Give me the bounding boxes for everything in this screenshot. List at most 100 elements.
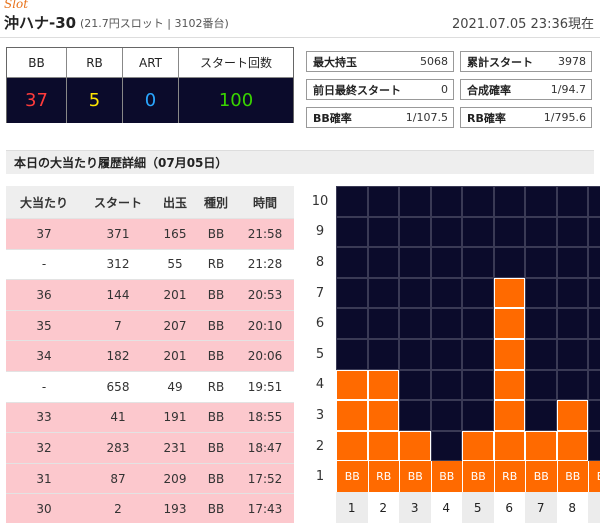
table-cell: 658 [106, 379, 130, 394]
y-axis-label: 10 [311, 193, 329, 209]
graph-cell [430, 308, 462, 339]
graph-cell [556, 308, 588, 339]
table-cell: 17:43 [247, 502, 283, 517]
history-table: 大当たり スタート 出玉 種別 時間 37 371 165 BB 21:58-312 55… [6, 186, 294, 523]
graph-cell [462, 247, 494, 278]
graph-cell [556, 400, 588, 431]
table-cell: BB [207, 440, 225, 455]
y-axis-label: 3 [315, 407, 325, 423]
graph-cell [556, 216, 588, 248]
graph-cell [367, 216, 399, 248]
graph-cell [556, 430, 588, 462]
y-axis-label: 5 [315, 346, 325, 362]
table-cell: 18:55 [247, 410, 283, 425]
graph-column-number: 2 [367, 492, 399, 523]
graph-column-number: 4 [430, 492, 462, 523]
table-cell: 21:28 [247, 257, 283, 272]
counter-header-bb: BB [7, 48, 67, 77]
graph-cell [336, 339, 368, 370]
graph-cell [367, 339, 399, 370]
stat-prev-day-start: 前日最終スタート 0 [306, 79, 454, 100]
graph-cell [493, 186, 525, 217]
counter-header-start: スタート回数 [199, 56, 272, 70]
graph-cell [588, 216, 600, 248]
graph-cell [525, 339, 557, 370]
graph-type-label: BB [588, 461, 600, 492]
graph-column-number: 8 [556, 492, 588, 523]
graph-cell [556, 369, 588, 401]
graph-cell [588, 400, 600, 431]
table-cell: 41 [110, 410, 126, 425]
graph-cell [430, 400, 462, 431]
counter-header-rb: RB [67, 48, 123, 77]
table-row: - 312 55 RB 21:28 [6, 249, 294, 281]
graph-cell [525, 186, 557, 217]
history-title-text: 本日の大当たり履歴詳細（07月05日） [14, 156, 228, 170]
y-axis-label: 9 [315, 224, 325, 240]
table-cell: 20:10 [247, 318, 283, 333]
table-cell: 31 [36, 471, 52, 486]
graph-cell [430, 277, 462, 309]
graph-cell [588, 339, 600, 370]
stat-value: 1/107.5 [405, 111, 448, 124]
stat-value: 0 [441, 83, 448, 96]
graph-cell [336, 430, 368, 462]
table-cell: 283 [106, 440, 130, 455]
stat-bb-rate: BB確率 1/107.5 [306, 107, 454, 128]
graph-cell [525, 216, 557, 248]
graph-cell [493, 339, 525, 370]
graph-cell [336, 277, 368, 309]
table-cell: 19:51 [247, 379, 283, 394]
graph-cell [462, 430, 494, 462]
datetime: 2021.07.05 23:36現在 [451, 17, 594, 32]
stat-max-balls: 最大持玉 5068 [306, 51, 454, 72]
table-cell: RB [207, 257, 225, 272]
stat-label: BB確率 [313, 111, 352, 125]
table-cell: 87 [110, 471, 126, 486]
graph-type-label: BB [525, 461, 557, 492]
counter-header-art: ART [123, 48, 179, 77]
graph-cell [367, 369, 399, 401]
y-axis-label: 1 [315, 469, 325, 485]
graph-cell [367, 430, 399, 462]
graph-type-label: BB [336, 461, 368, 492]
graph-cell [430, 430, 462, 462]
y-axis-label: 7 [315, 285, 325, 301]
stat-label: 合成確率 [467, 83, 511, 97]
stat-combined-rate: 合成確率 1/94.7 [460, 79, 592, 100]
graph-cell [525, 369, 557, 401]
graph-cell [367, 186, 399, 217]
graph-cell [556, 247, 588, 278]
table-cell: 18:47 [247, 440, 283, 455]
table-cell: BB [207, 349, 225, 364]
graph-cell [588, 430, 600, 462]
table-cell: 36 [36, 287, 52, 302]
table-cell: 55 [167, 257, 183, 272]
table-row: 31 87 209 BB 17:52 [6, 463, 294, 495]
graph-cell [525, 430, 557, 462]
graph-cell [556, 186, 588, 217]
stat-value: 1/795.6 [543, 111, 586, 124]
graph-cell [399, 277, 431, 309]
table-cell: 34 [36, 349, 52, 364]
counter-value-row: 37 5 0 100 [7, 78, 293, 123]
table-cell: 7 [114, 318, 122, 333]
graph-column-number: 6 [493, 492, 525, 523]
counter-panel: BB RB ART スタート回数 37 5 0 100 [6, 47, 294, 123]
graph-cell [336, 247, 368, 278]
table-cell: 193 [163, 502, 187, 517]
table-cell: 49 [167, 379, 183, 394]
table-cell: 201 [163, 287, 187, 302]
graph-type-label: RB [367, 461, 399, 492]
graph-type-label: BB [430, 461, 462, 492]
graph-cell [399, 308, 431, 339]
graph-cell [430, 216, 462, 248]
y-axis-label: 4 [315, 377, 325, 393]
table-cell: 191 [163, 410, 187, 425]
counter-value-start: 100 [218, 90, 254, 111]
graph-cell [588, 186, 600, 217]
graph-cell [367, 308, 399, 339]
table-cell: 209 [163, 471, 187, 486]
table-cell: 17:52 [247, 471, 283, 486]
table-cell: BB [207, 410, 225, 425]
